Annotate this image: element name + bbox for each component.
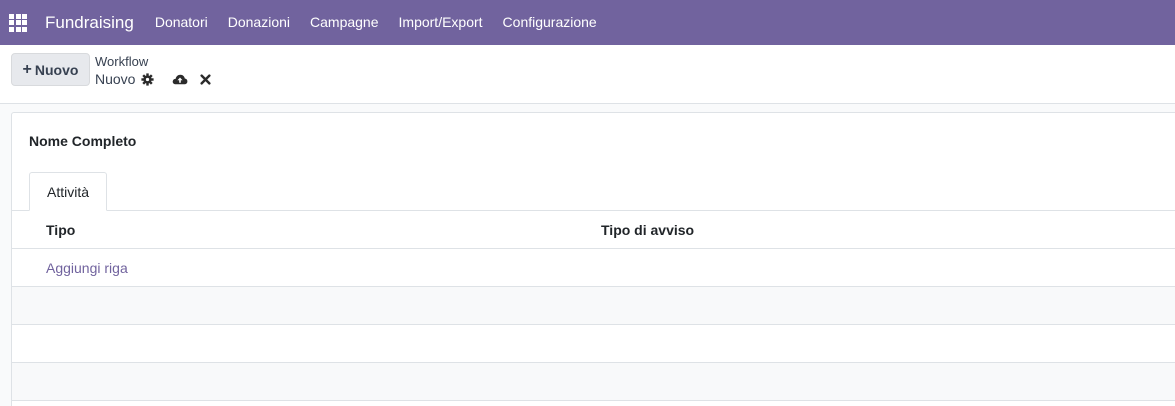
control-panel: + Nuovo Workflow Nuovo (0, 45, 1175, 104)
add-line-link[interactable]: Aggiungi riga (46, 249, 128, 287)
menu-item-donatori[interactable]: Donatori (145, 0, 218, 45)
table-row (12, 363, 1175, 401)
menu-item-configurazione[interactable]: Configurazione (493, 0, 607, 45)
add-line-row: Aggiungi riga (12, 249, 1175, 287)
new-button-label: Nuovo (34, 61, 79, 78)
menu-item-campagne[interactable]: Campagne (300, 0, 389, 45)
table-header-row: Tipo Tipo di avviso (12, 211, 1175, 249)
activities-table: Tipo Tipo di avviso Aggiungi riga (12, 211, 1175, 401)
form-sheet: Nome Completo Attività Tipo Tipo di avvi… (11, 112, 1175, 406)
close-icon[interactable] (200, 73, 212, 85)
column-header-tipo[interactable]: Tipo (46, 211, 75, 249)
gear-icon[interactable] (141, 72, 155, 86)
new-button[interactable]: + Nuovo (11, 53, 90, 86)
apps-grid-icon (9, 13, 27, 32)
record-name: Nuovo (95, 71, 136, 87)
plus-icon: + (22, 60, 32, 78)
full-name-label: Nome Completo (29, 133, 137, 149)
apps-menu-button[interactable] (0, 0, 36, 45)
table-row (12, 325, 1175, 363)
cloud-upload-icon[interactable] (172, 73, 188, 86)
breadcrumb-parent[interactable]: Workflow (95, 54, 148, 69)
table-row (12, 287, 1175, 325)
app-brand[interactable]: Fundraising (45, 13, 134, 33)
tab-attivita[interactable]: Attività (29, 172, 107, 211)
menu-item-donazioni[interactable]: Donazioni (218, 0, 300, 45)
breadcrumb-current: Nuovo (95, 70, 212, 88)
column-header-tipo-di-avviso[interactable]: Tipo di avviso (601, 211, 694, 249)
top-navbar: Fundraising Donatori Donazioni Campagne … (0, 0, 1175, 45)
menu-item-import-export[interactable]: Import/Export (389, 0, 493, 45)
